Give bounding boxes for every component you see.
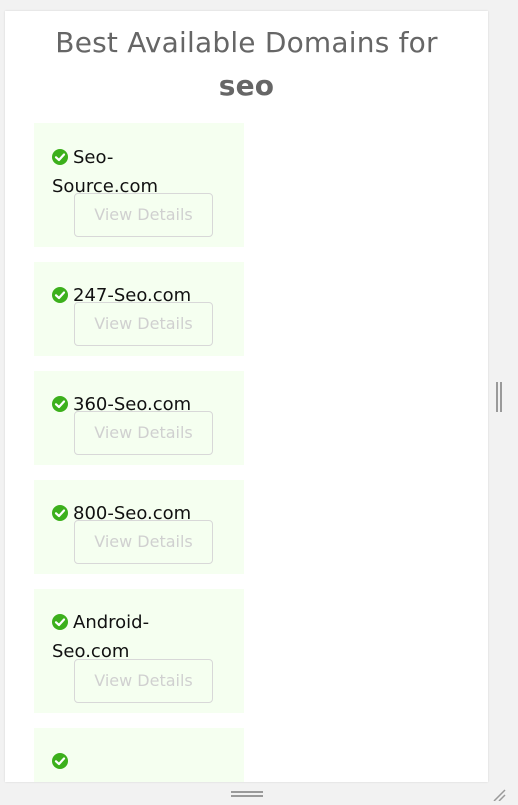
title-keyword: seo — [218, 69, 275, 102]
horizontal-resize-handle-icon[interactable] — [231, 791, 263, 799]
domain-card: Seo- Source.com View Details — [34, 123, 244, 247]
domain-name-line1: Android- — [73, 612, 150, 633]
domain-card — [34, 728, 244, 782]
view-details-button[interactable]: View Details — [74, 411, 213, 455]
domain-card: 800-Seo.com View Details — [34, 480, 244, 574]
check-circle-icon — [52, 149, 68, 165]
view-details-button[interactable]: View Details — [74, 659, 213, 703]
check-circle-icon — [52, 505, 68, 521]
vertical-resize-handle-icon[interactable] — [496, 382, 504, 412]
domain-name: Android- Seo.com — [52, 608, 232, 666]
view-details-button[interactable]: View Details — [74, 520, 213, 564]
domain-card: Android- Seo.com View Details — [34, 589, 244, 713]
check-circle-icon — [52, 287, 68, 303]
check-circle-icon — [52, 614, 68, 630]
resize-grip-icon[interactable] — [490, 786, 506, 802]
domain-name-line1: Seo- — [73, 147, 114, 168]
domain-name — [52, 747, 232, 776]
view-details-button[interactable]: View Details — [74, 302, 213, 346]
page-title: Best Available Domains for seo — [5, 21, 488, 107]
check-circle-icon — [52, 396, 68, 412]
check-circle-icon — [52, 753, 68, 769]
view-details-button[interactable]: View Details — [74, 193, 213, 237]
domain-card: 247-Seo.com View Details — [34, 262, 244, 356]
domain-card: 360-Seo.com View Details — [34, 371, 244, 465]
title-text: Best Available Domains for — [55, 26, 438, 59]
domain-results-panel: Best Available Domains for seo Seo- Sour… — [5, 11, 488, 782]
